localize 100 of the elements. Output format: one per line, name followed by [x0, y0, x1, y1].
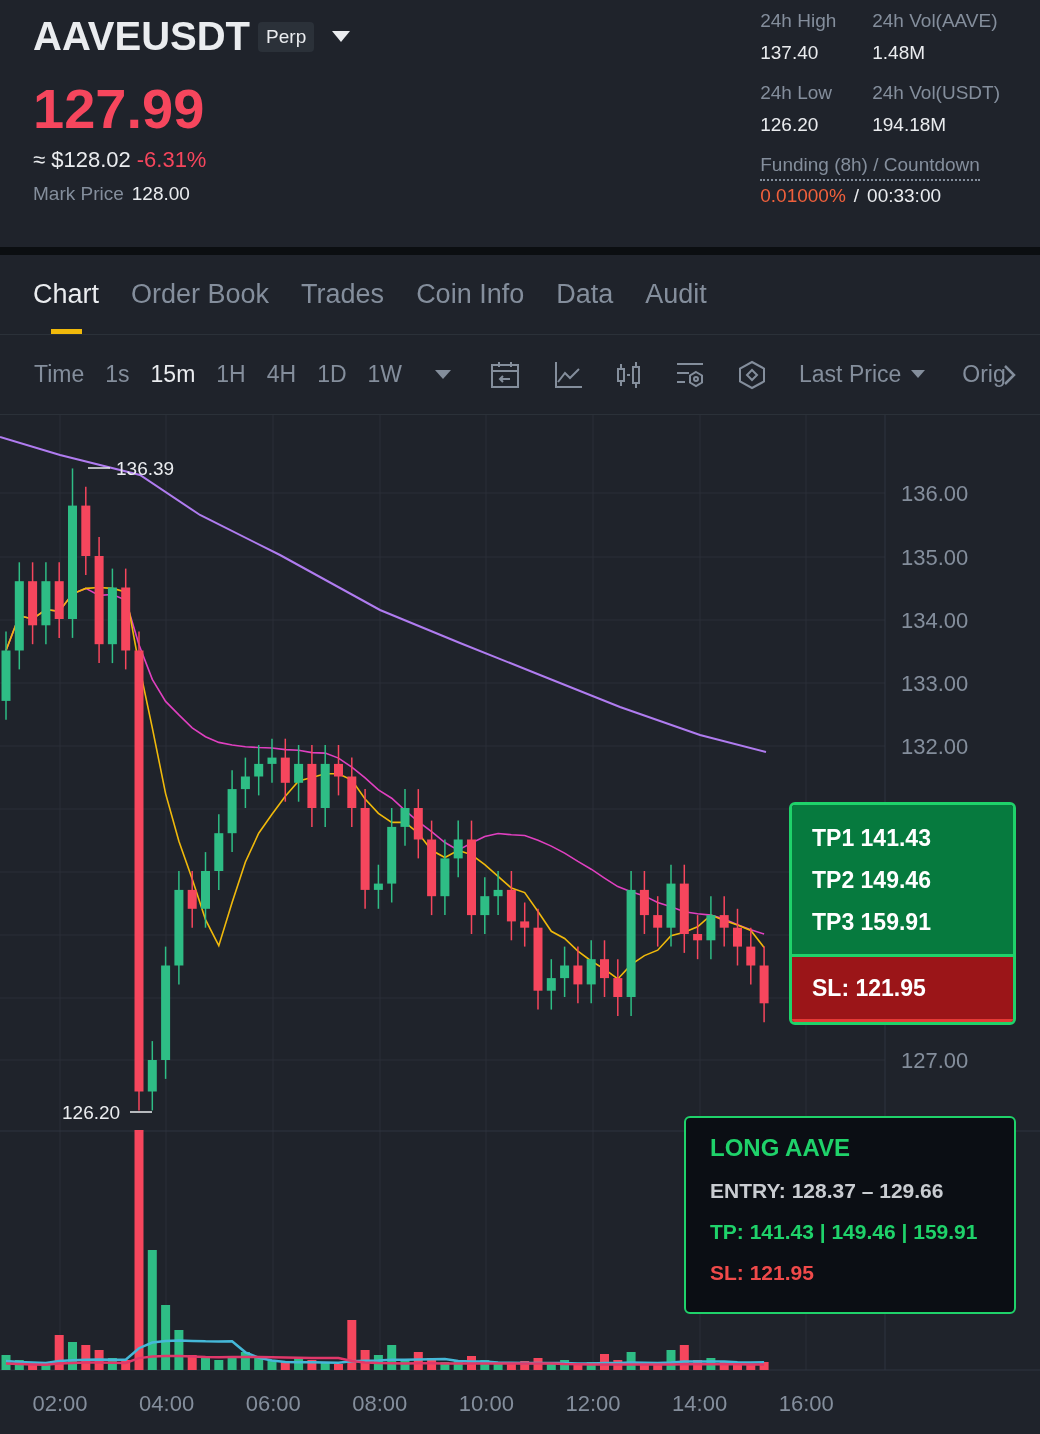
volume-bar	[267, 1360, 277, 1370]
price-axis-label: 134.00	[901, 608, 969, 633]
take-profit-text: TP3 159.91	[812, 909, 932, 936]
caret-icon[interactable]	[332, 30, 351, 43]
tab[interactable]: Chart	[33, 255, 100, 335]
stat-label: 24h Low	[760, 82, 834, 104]
tab[interactable]: Trades	[301, 255, 385, 335]
candlestick	[746, 926, 756, 986]
price-axis-label: 127.00	[901, 1048, 969, 1073]
stat-label: 24h Vol(AAVE)	[872, 10, 999, 32]
interval-option[interactable]: 1s	[105, 361, 130, 389]
volume-bar	[254, 1358, 264, 1370]
stat-label: 24h Vol(USDT)	[872, 82, 1000, 104]
price-change: -6.31%	[136, 147, 207, 173]
countdown-value: 00:33:00	[867, 185, 942, 207]
stat-label: 24h High	[760, 10, 838, 32]
volume-bar	[294, 1358, 304, 1370]
volume-bar	[161, 1305, 171, 1370]
candlestick	[706, 895, 716, 960]
time-axis-label: 14:00	[672, 1391, 728, 1416]
hexagon-icon[interactable]	[738, 359, 767, 390]
interval-option[interactable]: 1H	[216, 361, 246, 389]
last-price: 127.99	[33, 77, 206, 141]
line-chart-icon[interactable]	[553, 359, 584, 390]
candlestick	[280, 737, 290, 803]
candlestick	[719, 895, 729, 948]
volume-bar	[68, 1342, 77, 1370]
time-axis-label: 02:00	[32, 1391, 88, 1416]
volume-bar	[174, 1330, 184, 1370]
volume-bar	[427, 1358, 437, 1370]
volume-bar	[373, 1355, 383, 1370]
volume-bar	[41, 1364, 51, 1370]
volume-bar	[440, 1362, 450, 1370]
tab[interactable]: Data	[556, 255, 614, 335]
volume-bar	[546, 1362, 556, 1370]
candlestick	[480, 876, 490, 935]
price-type-dropdown[interactable]: Last Price	[799, 361, 926, 389]
candlestick	[560, 945, 570, 998]
candlestick	[639, 870, 649, 935]
volume-bar	[387, 1345, 397, 1370]
targets-text: TP: 141.43 | 149.46 | 159.91	[710, 1220, 979, 1244]
candlestick	[493, 870, 503, 916]
candlestick	[294, 744, 304, 803]
candlestick	[147, 1040, 157, 1112]
calendar-icon[interactable]	[490, 359, 521, 390]
volume-bar	[480, 1360, 490, 1370]
low-price-marker: 126.20	[62, 1102, 121, 1123]
tab[interactable]: Audit	[645, 255, 707, 335]
candlestick	[613, 958, 623, 1017]
volume-bar	[520, 1361, 530, 1370]
volume-bar	[573, 1364, 583, 1370]
candlestick	[546, 958, 556, 1011]
stop-loss-text: SL: 121.95	[710, 1261, 815, 1285]
signal-title: LONG AAVE	[710, 1134, 851, 1162]
candlestick	[653, 895, 663, 948]
volume-bar	[227, 1356, 237, 1370]
volume-bar	[719, 1362, 729, 1370]
funding-rate: 0.01000%	[760, 185, 846, 207]
candlestick-icon[interactable]	[616, 360, 643, 389]
candlestick	[400, 788, 410, 847]
mark-price-value: 128.00	[131, 183, 190, 205]
time-axis-label: 10:00	[458, 1391, 514, 1416]
volume-bar	[746, 1365, 756, 1370]
candlestick	[586, 939, 596, 1005]
interval-option[interactable]: Time	[34, 361, 85, 389]
candlestick	[520, 901, 530, 948]
volume-bar	[533, 1358, 543, 1370]
interval-option[interactable]: 4H	[266, 361, 297, 389]
volume-bar	[347, 1320, 357, 1370]
time-axis-label: 16:00	[778, 1391, 834, 1416]
volume-bar	[413, 1352, 423, 1370]
interval-option[interactable]: 15m	[150, 361, 196, 389]
tab[interactable]: Order Book	[131, 255, 270, 335]
price-axis-label: 136.00	[901, 481, 969, 506]
volume-bar	[214, 1360, 224, 1370]
stat-value: 1.48M	[872, 42, 927, 64]
candlestick	[573, 945, 583, 1005]
volume-bar	[187, 1355, 197, 1370]
candlestick	[453, 819, 463, 879]
candlestick	[240, 756, 250, 809]
volume-bar	[626, 1352, 636, 1370]
price-axis-label: 132.00	[901, 734, 969, 759]
time-axis-label: 08:00	[352, 1391, 408, 1416]
candlestick	[187, 870, 197, 929]
candlestick	[254, 744, 264, 797]
tab[interactable]: Coin Info	[416, 255, 525, 335]
volume-bar	[613, 1360, 623, 1370]
more-options-link[interactable]: Orig	[962, 361, 1016, 389]
funding-label: Funding (8h) / Countdown	[760, 154, 980, 181]
volume-bar	[81, 1345, 91, 1370]
volume-bar	[360, 1350, 370, 1370]
separator-text: /	[853, 185, 860, 207]
interval-option[interactable]: 1W	[367, 361, 403, 389]
interval-option[interactable]: 1D	[317, 361, 347, 389]
price-axis-label: 133.00	[901, 671, 969, 696]
stat-value: 126.20	[760, 114, 820, 136]
volume-bar	[334, 1364, 343, 1370]
time-axis-label: 04:00	[139, 1391, 195, 1416]
volume-bar	[759, 1362, 769, 1370]
volume-bar	[600, 1354, 609, 1370]
